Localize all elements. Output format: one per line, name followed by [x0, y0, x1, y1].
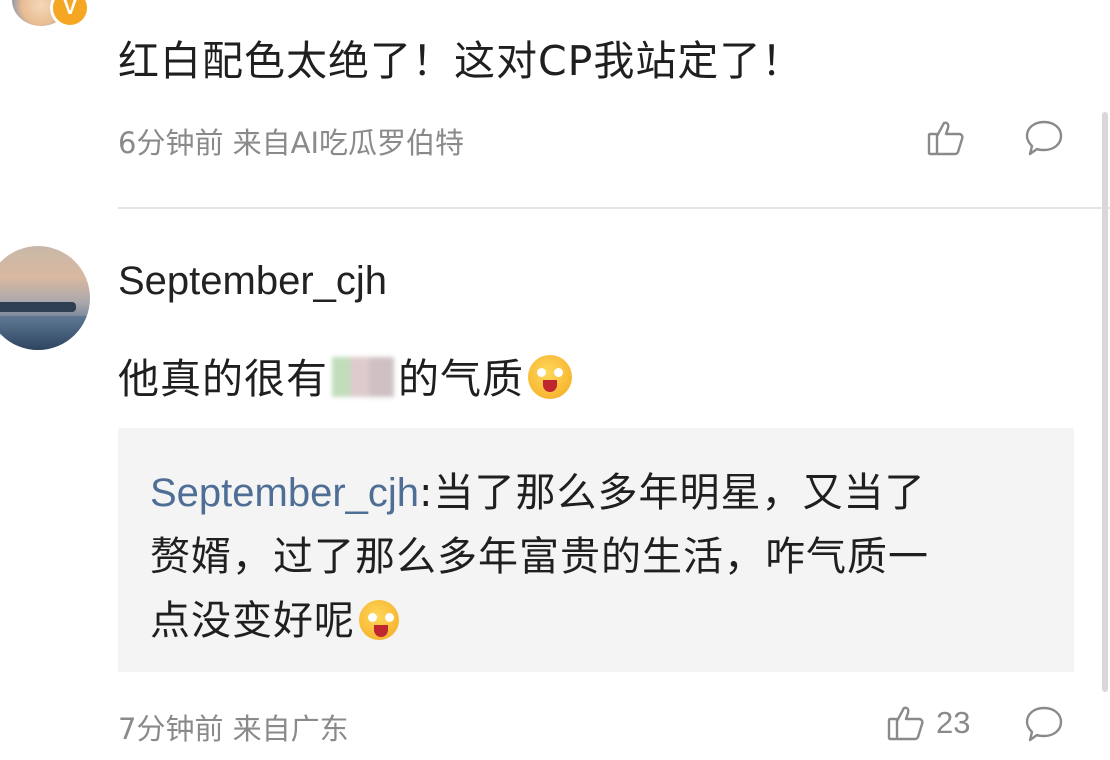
reply-line-3: 点没变好呢 [150, 588, 399, 646]
comment-text-2: 他真的很有 的气质 [118, 345, 572, 405]
comment-text-after: 的气质 [398, 355, 524, 403]
reply-username[interactable]: September_cjh [150, 471, 419, 515]
thumbs-up-icon [926, 118, 966, 158]
sly-grin-emoji-icon [359, 600, 399, 640]
sly-grin-emoji-icon [528, 355, 572, 399]
like-button-1[interactable] [926, 118, 966, 158]
commenter-username-2[interactable]: September_cjh [118, 259, 387, 304]
comment-button-1[interactable] [1024, 119, 1064, 157]
reply-text-line1: :当了那么多年明星，又当了 [419, 470, 926, 516]
comment-text-before: 他真的很有 [118, 355, 328, 403]
speech-bubble-icon [1024, 705, 1064, 743]
comment-button-2[interactable] [1024, 705, 1064, 743]
speech-bubble-icon [1024, 119, 1064, 157]
blurred-mask [332, 357, 394, 397]
comment-divider [118, 207, 1110, 209]
thumbs-up-icon [886, 703, 926, 743]
reply-line-2: 赘婿，过了那么多年富贵的生活，咋气质一 [150, 534, 929, 580]
comment-meta-2: 7分钟前 来自广东 [118, 712, 349, 746]
scrollbar[interactable] [1102, 112, 1108, 692]
reply-preview-box[interactable]: September_cjh:当了那么多年明星，又当了 赘婿，过了那么多年富贵的生… [118, 428, 1074, 672]
reply-line-1: September_cjh:当了那么多年明星，又当了 [150, 460, 926, 518]
commenter-avatar-2[interactable] [0, 246, 90, 350]
comment-text-1: 红白配色太绝了！这对CP我站定了！ [118, 37, 804, 85]
like-button-2[interactable]: 23 [886, 703, 970, 743]
like-count: 23 [936, 705, 971, 740]
comment-meta-1: 6分钟前 来自AI吃瓜罗伯特 [118, 126, 465, 160]
verified-badge-icon: V [50, 0, 90, 28]
reply-text-line3: 点没变好呢 [150, 598, 355, 644]
